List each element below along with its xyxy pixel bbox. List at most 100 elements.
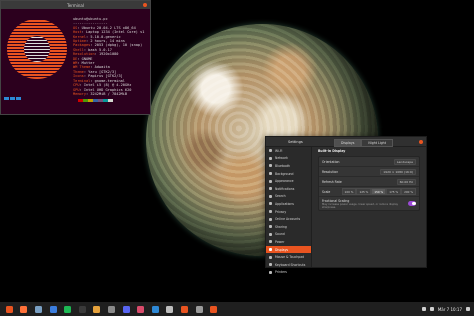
section-title: Built-in Display xyxy=(318,149,346,153)
settings-headerbar[interactable]: Settings Displays Night Light xyxy=(266,137,426,147)
settings-window[interactable]: Settings Displays Night Light Wi-Fi Netwo… xyxy=(265,136,427,274)
sidebar-item-printers[interactable]: Printers xyxy=(266,269,311,277)
files-icon[interactable] xyxy=(34,305,42,313)
sidebar-item-applications[interactable]: Applications xyxy=(266,200,311,208)
sidebar-item-appearance[interactable]: Appearance xyxy=(266,177,311,185)
clock[interactable]: Mär 7 10:17 xyxy=(438,307,462,312)
sidebar-item-background[interactable]: Background xyxy=(266,170,311,178)
terminal-titlebar[interactable]: Terminal xyxy=(1,1,150,9)
sidebar-item-icon xyxy=(269,202,272,206)
sidebar-item-icon xyxy=(269,270,272,274)
keyboard-icon[interactable] xyxy=(421,307,426,311)
sidebar-item-label: Notifications xyxy=(275,186,295,191)
sidebar-item-icon xyxy=(269,187,272,191)
image-icon[interactable] xyxy=(107,305,115,313)
scale-label: Scale xyxy=(322,189,331,194)
scale-selector: 100 % 125 % 150 % 175 % 200 % xyxy=(341,188,416,195)
close-icon[interactable] xyxy=(419,139,423,144)
terminal-icon[interactable] xyxy=(78,305,86,313)
sidebar-item-network[interactable]: Network xyxy=(266,155,311,163)
close-icon[interactable] xyxy=(143,3,147,7)
sidebar-item-label: Printers xyxy=(275,270,287,275)
settings-icon[interactable] xyxy=(195,305,203,313)
sidebar-item-label: Keyboard Shortcuts xyxy=(275,262,306,267)
ubuntu-icon[interactable] xyxy=(210,305,218,313)
discord-icon[interactable] xyxy=(122,305,130,313)
scale-row: Scale 100 % 125 % 150 % 175 % 200 % xyxy=(319,187,419,197)
sidebar-item-icon xyxy=(269,172,272,176)
sidebar-item-icon xyxy=(269,194,272,198)
scale-option[interactable]: 150 % xyxy=(371,188,387,195)
sidebar-item-label: Appearance xyxy=(275,179,294,184)
display-panel: Orientation Landscape Resolution 1920 × … xyxy=(318,156,420,211)
sidebar-item-wi-fi[interactable]: Wi-Fi xyxy=(266,147,311,155)
scale-option[interactable]: 175 % xyxy=(386,188,402,195)
orientation-row: Orientation Landscape xyxy=(319,157,419,167)
shell-prompt[interactable] xyxy=(4,97,21,100)
sidebar-item-label: Online Accounts xyxy=(275,217,301,222)
sidebar-item-bluetooth[interactable]: Bluetooth xyxy=(266,162,311,170)
sidebar-item-icon xyxy=(269,156,272,160)
fractional-scaling-note: May increase power usage, lower speed, o… xyxy=(322,202,399,209)
orientation-dropdown[interactable]: Landscape xyxy=(393,158,416,165)
power-icon[interactable] xyxy=(466,307,470,311)
refresh-rate-dropdown[interactable]: 60.00 Hz xyxy=(396,178,416,185)
app-grid-icon[interactable] xyxy=(5,305,13,313)
sidebar-item-icon xyxy=(269,255,272,259)
sidebar-item-icon xyxy=(269,217,272,221)
terminal-title: Terminal xyxy=(67,2,84,8)
music-icon[interactable] xyxy=(137,305,145,313)
sidebar-item-label: Mouse & Touchpad xyxy=(275,255,305,260)
sidebar-item-displays[interactable]: Displays xyxy=(266,245,311,254)
resolution-label: Resolution xyxy=(322,169,339,174)
spotify-icon[interactable] xyxy=(64,305,72,313)
sidebar-item-online-accounts[interactable]: Online Accounts xyxy=(266,215,311,223)
terminal-window[interactable]: Terminal ubuntu@ubuntu-pc ---------------… xyxy=(0,0,151,115)
sidebar-item-sound[interactable]: Sound xyxy=(266,231,311,239)
sidebar-item-icon xyxy=(269,225,272,229)
settings-title: Settings xyxy=(288,140,303,144)
sidebar-item-mouse-touchpad[interactable]: Mouse & Touchpad xyxy=(266,253,311,261)
settings-main: Built-in Display Orientation Landscape R… xyxy=(318,149,420,211)
sidebar-item-label: Sharing xyxy=(275,224,287,229)
sidebar-item-label: Background xyxy=(275,171,294,176)
scale-option[interactable]: 125 % xyxy=(356,188,372,195)
vscode-icon[interactable] xyxy=(151,305,159,313)
sidebar-item-label: Search xyxy=(275,194,286,199)
sidebar-item-label: Sound xyxy=(275,232,285,237)
sidebar-item-sharing[interactable]: Sharing xyxy=(266,223,311,231)
tab-night-light[interactable]: Night Light xyxy=(361,139,393,147)
scale-option[interactable]: 100 % xyxy=(341,188,357,195)
dock-bar: Mär 7 10:17 xyxy=(0,302,474,316)
sidebar-item-icon xyxy=(269,240,272,244)
tab-displays[interactable]: Displays xyxy=(334,139,362,147)
sidebar-item-icon xyxy=(269,149,272,153)
fractional-scaling-label: Fractional Scaling xyxy=(322,198,350,203)
sidebar-item-icon xyxy=(269,248,272,252)
sidebar-item-icon xyxy=(269,164,272,168)
volume-icon[interactable] xyxy=(429,307,434,311)
color-swatch xyxy=(108,99,113,103)
document-icon[interactable] xyxy=(166,305,174,313)
sidebar-item-notifications[interactable]: Notifications xyxy=(266,185,311,193)
ubuntu-ascii-logo xyxy=(7,19,67,79)
sidebar-item-label: Network xyxy=(275,156,288,161)
resolution-row: Resolution 1920 × 1080 (16:9) xyxy=(319,167,419,177)
sidebar-item-keyboard-shortcuts[interactable]: Keyboard Shortcuts xyxy=(266,261,311,269)
sidebar-item-search[interactable]: Search xyxy=(266,193,311,201)
sidebar-item-privacy[interactable]: Privacy xyxy=(266,208,311,216)
folder-icon[interactable] xyxy=(93,305,101,313)
fractional-scaling-toggle[interactable] xyxy=(407,201,416,206)
scale-option[interactable]: 200 % xyxy=(401,188,416,195)
sidebar-item-icon xyxy=(269,232,272,236)
sidebar-item-label: Power xyxy=(275,239,285,244)
refresh-rate-label: Refresh Rate xyxy=(322,179,342,184)
shield-icon[interactable] xyxy=(49,305,57,313)
store-icon[interactable] xyxy=(180,305,188,313)
firefox-icon[interactable] xyxy=(20,305,28,313)
resolution-dropdown[interactable]: 1920 × 1080 (16:9) xyxy=(380,168,416,175)
refresh-rate-row: Refresh Rate 60.00 Hz xyxy=(319,177,419,187)
sidebar-item-label: Bluetooth xyxy=(275,163,291,168)
sidebar-item-power[interactable]: Power xyxy=(266,238,311,246)
settings-sidebar: Wi-Fi Network Bluetooth Background Appearanc… xyxy=(266,147,312,274)
